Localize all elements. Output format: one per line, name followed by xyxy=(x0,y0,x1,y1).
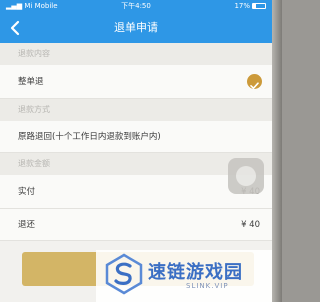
status-bar: ▂▄▆ Mi Mobile 下午4:50 17% xyxy=(0,0,272,13)
section-refund-content: 退款内容 xyxy=(0,43,272,65)
original-route-label: 原路退回(十个工作日内退款到账户内) xyxy=(18,132,161,142)
battery-icon xyxy=(252,3,266,9)
paid-label: 实付 xyxy=(18,187,36,197)
option-original-route[interactable]: 原路退回(十个工作日内退款到账户内) xyxy=(0,121,272,153)
watermark-text: 速链游戏园 xyxy=(148,262,243,283)
phone-frame-edge xyxy=(272,0,282,302)
page-title: 退单申请 xyxy=(114,21,158,34)
refund-value: ¥ 40 xyxy=(241,220,260,230)
watermark-logo-icon xyxy=(105,253,143,295)
option-whole-order[interactable]: 整单退 xyxy=(0,65,272,99)
battery-status: 17% xyxy=(234,0,266,13)
section-refund-method: 退款方式 xyxy=(0,99,272,121)
status-time: 下午4:50 xyxy=(121,2,151,10)
check-icon xyxy=(247,74,262,89)
watermark-subtext: SLINK.VIP xyxy=(186,282,229,290)
refund-label: 退还 xyxy=(18,220,36,230)
row-refund: 退还 ¥ 40 xyxy=(0,209,272,241)
floating-assistive-icon[interactable] xyxy=(228,158,264,194)
whole-order-label: 整单退 xyxy=(18,77,44,87)
nav-bar: 退单申请 xyxy=(0,13,272,43)
